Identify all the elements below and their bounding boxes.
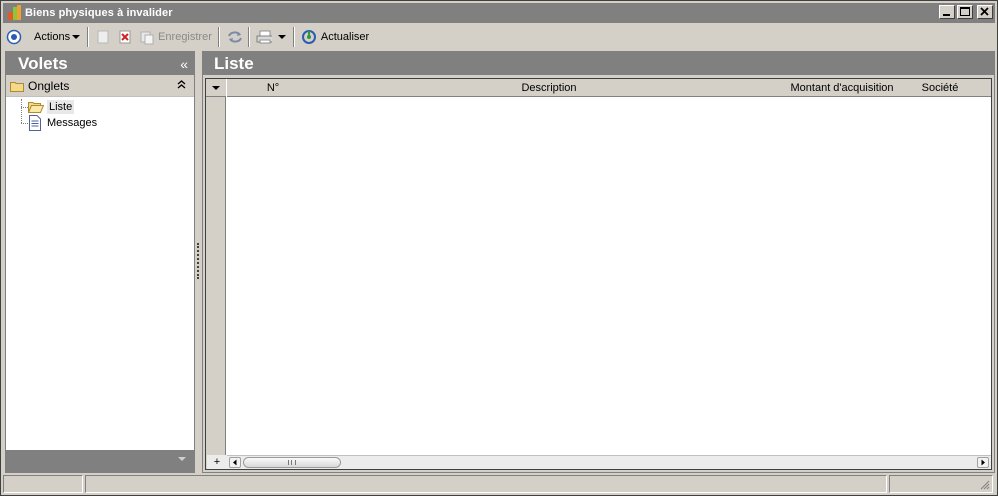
tree-connector xyxy=(21,99,22,123)
horizontal-scrollbar[interactable]: + xyxy=(207,455,991,469)
grid-body[interactable] xyxy=(227,98,991,459)
open-folder-icon xyxy=(28,102,44,113)
status-pane xyxy=(84,475,888,493)
dropdown-arrow-icon xyxy=(72,35,81,39)
status-pane xyxy=(889,475,993,493)
tree-connector xyxy=(21,123,28,124)
new-document-icon xyxy=(97,30,109,44)
column-header-societe[interactable]: Société xyxy=(905,79,975,97)
main-panel: Liste N° Description Montant d'acquisiti… xyxy=(202,51,995,473)
print-dropdown-button[interactable] xyxy=(275,26,290,48)
tree-item-liste[interactable]: Liste xyxy=(28,99,75,115)
tree-connector xyxy=(21,107,28,108)
minimize-button[interactable] xyxy=(939,5,955,19)
resize-grip-icon[interactable] xyxy=(980,480,990,490)
title-bar[interactable]: Biens physiques à invalider xyxy=(3,3,995,23)
column-header-numero[interactable]: N° xyxy=(227,79,319,97)
side-panel-title: Volets xyxy=(18,53,68,73)
chevron-down-icon xyxy=(212,86,220,90)
toolbar-separator xyxy=(87,27,90,47)
window-title: Biens physiques à invalider xyxy=(25,7,173,19)
target-icon xyxy=(6,29,22,45)
tree-item-label: Liste xyxy=(47,100,75,114)
main-panel-title: Liste xyxy=(214,53,254,73)
scroll-left-button[interactable] xyxy=(229,457,241,468)
print-button[interactable] xyxy=(253,26,275,48)
options-circle-button[interactable] xyxy=(3,26,25,48)
refresh-button[interactable]: Actualiser xyxy=(298,26,372,48)
collapse-panel-button[interactable]: « xyxy=(180,56,188,72)
add-row-button[interactable]: + xyxy=(207,455,227,469)
tabs-group-label: Onglets xyxy=(28,78,70,93)
refresh-icon xyxy=(301,30,316,44)
chevron-down-icon xyxy=(178,457,186,461)
tabs-tree: Liste Messages xyxy=(6,97,194,427)
tree-item-messages[interactable]: Messages xyxy=(28,115,99,131)
collapse-group-icon[interactable] xyxy=(177,79,186,92)
new-button[interactable] xyxy=(92,26,114,48)
save-label: Enregistrer xyxy=(158,31,212,43)
close-icon xyxy=(980,7,989,16)
sync-icon xyxy=(227,31,242,43)
main-panel-header: Liste xyxy=(203,52,994,75)
actions-menu-button[interactable]: Actions xyxy=(31,26,84,48)
column-header-montant[interactable]: Montant d'acquisition xyxy=(779,79,905,97)
printer-icon xyxy=(256,30,272,44)
panel-splitter[interactable] xyxy=(196,51,201,473)
scroll-right-button[interactable] xyxy=(977,457,989,468)
grip-icon xyxy=(288,460,296,465)
tree-item-label: Messages xyxy=(47,117,98,129)
folder-icon xyxy=(10,81,24,92)
arrow-left-icon xyxy=(233,459,237,466)
delete-button[interactable] xyxy=(114,26,136,48)
app-window: Biens physiques à invalider Actions Enre… xyxy=(0,0,998,496)
status-pane xyxy=(3,475,83,493)
column-chooser-button[interactable] xyxy=(206,79,226,97)
side-panel-footer[interactable] xyxy=(6,450,194,472)
toolbar: Actions Enregistrer Actualiser xyxy=(3,25,995,49)
splitter-grip-icon xyxy=(197,243,199,279)
save-button[interactable]: Enregistrer xyxy=(136,26,215,48)
row-selector-column xyxy=(206,79,226,469)
status-bar xyxy=(3,475,995,493)
arrow-right-icon xyxy=(981,459,985,466)
scroll-thumb[interactable] xyxy=(243,457,341,468)
delete-icon xyxy=(119,30,131,44)
app-logo-icon xyxy=(7,5,23,21)
save-icon xyxy=(140,31,154,45)
dropdown-arrow-icon xyxy=(277,35,286,39)
side-panel: Volets « Onglets Liste Messages xyxy=(5,51,195,473)
document-icon xyxy=(29,115,41,131)
toolbar-separator xyxy=(217,27,220,47)
tabs-group-header[interactable]: Onglets xyxy=(6,75,194,97)
toolbar-separator xyxy=(247,27,250,47)
maximize-button[interactable] xyxy=(957,5,973,19)
side-panel-header: Volets « xyxy=(6,52,194,75)
sync-button[interactable] xyxy=(223,26,245,48)
refresh-label: Actualiser xyxy=(320,31,370,43)
data-grid: N° Description Montant d'acquisition Soc… xyxy=(205,78,992,470)
window-controls xyxy=(939,5,993,19)
grid-header: N° Description Montant d'acquisition Soc… xyxy=(227,79,991,97)
actions-label: Actions xyxy=(34,31,71,43)
column-header-description[interactable]: Description xyxy=(319,79,779,97)
toolbar-separator xyxy=(292,27,295,47)
close-button[interactable] xyxy=(977,5,993,19)
